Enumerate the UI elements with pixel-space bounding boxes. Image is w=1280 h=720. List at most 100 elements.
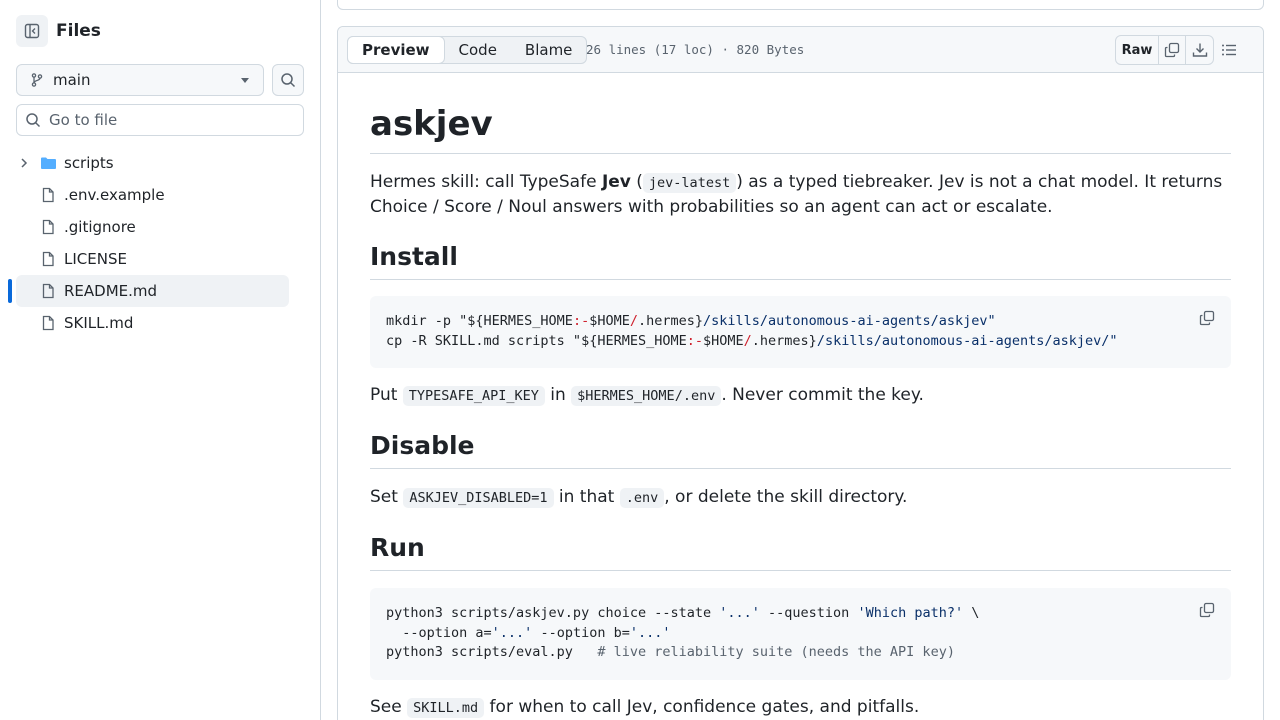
code-comment: # live reliability suite (needs the API … — [597, 644, 955, 660]
file-icon — [42, 283, 54, 299]
file-tree-sidebar: Files main scripts .env.example .gitigno… — [0, 0, 321, 720]
sidebar-title: Files — [56, 21, 101, 41]
copy-icon[interactable] — [1199, 602, 1215, 618]
text: Hermes skill: call TypeSafe — [370, 172, 602, 192]
tab-preview[interactable]: Preview — [347, 36, 445, 64]
code: mkdir -p "${HERMES_HOME — [386, 313, 573, 329]
tab-blame[interactable]: Blame — [511, 37, 587, 63]
file-icon — [42, 219, 54, 235]
intro-paragraph: Hermes skill: call TypeSafe Jev (jev-lat… — [370, 170, 1231, 219]
text: Put — [370, 385, 403, 405]
file-icon — [42, 187, 54, 203]
copy-icon[interactable] — [1199, 310, 1215, 326]
inline-code: ASKJEV_DISABLED=1 — [403, 488, 554, 508]
search-icon — [26, 113, 41, 128]
run-code-block: python3 scripts/askjev.py choice --state… — [370, 588, 1231, 680]
inline-code: .env — [619, 488, 665, 508]
file-header: Preview Code Blame 26 lines (17 loc) · 8… — [338, 27, 1263, 73]
git-branch-icon — [31, 73, 43, 87]
readme-title: askjev — [370, 103, 1231, 154]
go-to-file — [16, 104, 304, 136]
disable-paragraph: Set ASKJEV_DISABLED=1 in that .env, or d… — [370, 485, 1231, 510]
tree-item-label: .env.example — [64, 186, 165, 204]
code: \ — [963, 605, 980, 621]
code: .hermes} — [637, 313, 704, 329]
code: '...' — [629, 624, 671, 641]
code: '...' — [491, 624, 533, 641]
outline-list-icon[interactable] — [1221, 42, 1237, 58]
file-actions: Raw — [1115, 35, 1214, 65]
install-note: Put TYPESAFE_API_KEY in $HERMES_HOME/.en… — [370, 383, 1231, 408]
folder-icon — [41, 157, 56, 169]
go-to-file-input[interactable] — [49, 111, 289, 129]
code: '...' — [719, 605, 760, 621]
tree-item-label: LICENSE — [64, 250, 127, 268]
text: , or delete the skill directory. — [664, 487, 908, 507]
code: /skills/autonomous-ai-agents/askjev" — [703, 313, 996, 329]
file-size-info: 26 lines (17 loc) · 820 Bytes — [586, 42, 805, 57]
tree-item-scripts[interactable]: scripts — [0, 147, 321, 179]
download-icon — [1192, 43, 1207, 57]
text: in that — [553, 487, 620, 507]
code: cp -R SKILL.md scripts "${HERMES_HOME — [386, 332, 687, 349]
code: --question — [759, 605, 858, 621]
code: / — [743, 332, 752, 349]
text: ( — [630, 172, 643, 192]
previous-panel-edge — [337, 0, 1264, 10]
text: See — [370, 697, 408, 717]
code: python3 scripts/eval.py — [386, 644, 598, 660]
active-indicator — [8, 279, 12, 303]
code: 'Which path?' — [857, 605, 964, 621]
file-icon — [42, 315, 54, 331]
heading-run: Run — [370, 532, 1231, 571]
branch-name: main — [53, 71, 91, 89]
tree-item-readme[interactable]: README.md — [0, 275, 321, 307]
code: --option b= — [532, 624, 630, 641]
install-code-block: mkdir -p "${HERMES_HOME:-$HOME/.hermes}/… — [370, 296, 1231, 368]
tree-item-label: .gitignore — [64, 218, 136, 236]
code: $HOME — [703, 332, 744, 349]
view-mode-tabs: Preview Code Blame — [347, 36, 588, 64]
tree-item-label: SKILL.md — [64, 314, 134, 332]
copy-icon — [1164, 42, 1180, 58]
copy-raw-button[interactable] — [1159, 36, 1186, 64]
tree-item-env-example[interactable]: .env.example — [0, 179, 321, 211]
raw-button[interactable]: Raw — [1116, 36, 1159, 64]
chevron-right-icon[interactable] — [18, 157, 30, 169]
code: .hermes} — [751, 332, 817, 349]
code: /skills/autonomous-ai-agents/askjev/" — [816, 332, 1118, 349]
code: --option a= — [386, 624, 492, 641]
inline-code: jev-latest — [642, 173, 737, 193]
code: :- — [686, 332, 703, 349]
inline-code: $HERMES_HOME/.env — [571, 386, 722, 406]
tree-item-license[interactable]: LICENSE — [0, 243, 321, 275]
search-button[interactable] — [272, 64, 304, 96]
search-icon — [281, 73, 296, 88]
tab-code[interactable]: Code — [445, 37, 511, 63]
code: python3 scripts/askjev.py choice --state — [386, 605, 720, 621]
branch-selector[interactable]: main — [16, 64, 264, 96]
chevron-down-icon — [241, 78, 249, 83]
code: $HOME — [589, 313, 630, 329]
text: for when to call Jev, confidence gates, … — [484, 697, 920, 717]
code: :- — [572, 313, 590, 329]
tree-item-gitignore[interactable]: .gitignore — [0, 211, 321, 243]
collapse-sidebar-button[interactable] — [16, 15, 48, 47]
inline-code: SKILL.md — [407, 698, 485, 718]
bold-text: Jev — [601, 172, 631, 192]
code: / — [629, 313, 638, 329]
download-button[interactable] — [1186, 36, 1213, 64]
inline-code: TYPESAFE_API_KEY — [402, 386, 545, 406]
heading-disable: Disable — [370, 430, 1231, 469]
text: Set — [370, 487, 404, 507]
tree-item-label: README.md — [64, 282, 158, 300]
file-icon — [42, 251, 54, 267]
sidebar-collapse-icon — [24, 23, 40, 39]
see-paragraph: See SKILL.md for when to call Jev, confi… — [370, 695, 1231, 720]
sidebar-header: Files — [16, 15, 101, 47]
tree-item-label: scripts — [64, 154, 114, 172]
text: in — [544, 385, 572, 405]
text: . Never commit the key. — [721, 385, 924, 405]
heading-install: Install — [370, 241, 1231, 280]
tree-item-skill[interactable]: SKILL.md — [0, 307, 321, 339]
